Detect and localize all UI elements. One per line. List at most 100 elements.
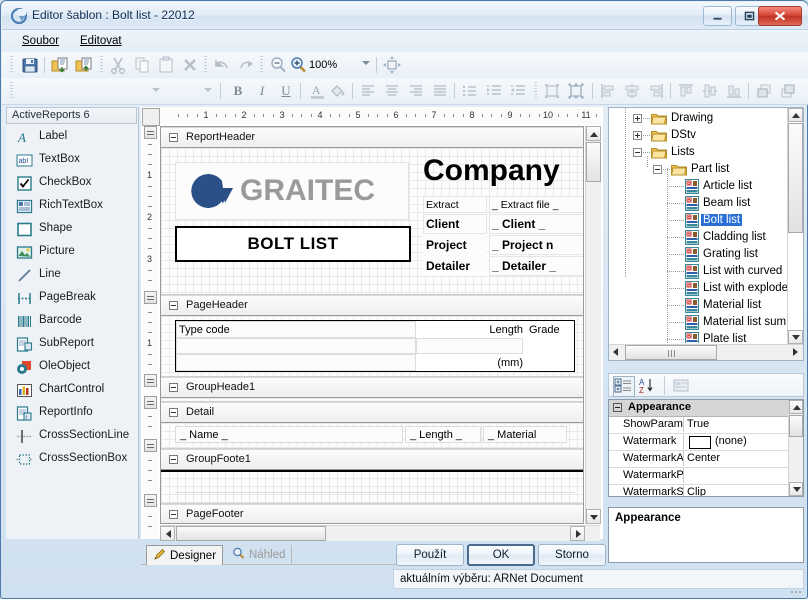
scroll-thumb[interactable] [176, 526, 326, 541]
property-row-showparameters[interactable]: ShowParamete True [609, 417, 803, 434]
property-grid[interactable]: Appearance ShowParamete True Watermark (… [608, 399, 804, 497]
bullet-list-button[interactable] [460, 81, 480, 101]
collapse-icon[interactable] [653, 165, 662, 174]
font-size-chevron-down-icon[interactable] [204, 88, 212, 92]
field-value-client[interactable]: _ Client _ [489, 214, 583, 234]
collapse-icon[interactable] [169, 133, 178, 142]
band-header-reportheader[interactable]: ReportHeader [161, 127, 583, 148]
toolbox-item-textbox[interactable]: abI TextBox [6, 149, 137, 172]
collapse-icon[interactable] [633, 148, 642, 157]
toolbox-item-chartcontrol[interactable]: ChartControl [6, 379, 137, 402]
column-header-type-code[interactable]: Type code [176, 321, 416, 338]
property-row-watermarkalign[interactable]: WatermarkAlig Center [609, 451, 803, 468]
paint-bucket-button[interactable] [328, 81, 348, 101]
collapse-icon[interactable] [169, 408, 178, 417]
property-row-watermarkprint[interactable]: WatermarkPrir [609, 468, 803, 485]
toolbox-item-richtextbox[interactable]: RichTextBox [6, 195, 137, 218]
expand-icon[interactable] [633, 114, 642, 123]
collapse-icon[interactable] [169, 301, 178, 310]
tab-nahled[interactable]: Náhled [226, 545, 293, 565]
align-left-button[interactable] [358, 81, 378, 101]
toolbox-item-shape[interactable]: Shape [6, 218, 137, 241]
align-bottom-button[interactable] [724, 81, 744, 101]
bring-to-front-button[interactable] [754, 81, 774, 101]
scroll-thumb[interactable] [586, 142, 601, 182]
groupfooter-rule-line[interactable] [161, 470, 583, 472]
font-name-chevron-down-icon[interactable] [152, 88, 160, 92]
detail-field-material[interactable]: _ Material [483, 426, 567, 443]
tree-horizontal-scrollbar[interactable] [609, 344, 803, 360]
format-toolbar-grip[interactable] [10, 82, 13, 100]
scroll-left-button[interactable] [609, 345, 623, 360]
property-value-watermarksize[interactable]: Clip [687, 485, 706, 496]
toolbox-item-crosssectionline[interactable]: CrossSectionLine [6, 425, 137, 448]
detail-field-name[interactable]: _ Name _ [175, 426, 403, 443]
watermark-swatch[interactable] [689, 436, 711, 449]
scroll-down-button[interactable] [788, 330, 803, 344]
align-middle-button[interactable] [700, 81, 720, 101]
report-canvas[interactable]: ReportHeader GRAITEC BOLT LIST Company E… [160, 126, 584, 524]
toolbox-item-crosssectionbox[interactable]: CrossSectionBox [6, 448, 137, 471]
zoom-level-combobox[interactable]: 100% [307, 56, 369, 74]
detail-field-length[interactable]: _ Length _ [405, 426, 481, 443]
band-body-detail[interactable]: _ Name _ _ Length _ _ Material [161, 423, 583, 449]
scroll-up-button[interactable] [586, 126, 601, 141]
scroll-down-button[interactable] [789, 482, 803, 496]
fit-page-button[interactable] [382, 55, 402, 75]
paste-button[interactable] [156, 55, 176, 75]
cut-button[interactable] [108, 55, 128, 75]
delete-button[interactable] [180, 55, 200, 75]
company-label-control[interactable]: Company [423, 154, 560, 188]
cancel-button[interactable]: Storno [538, 544, 606, 566]
scroll-thumb[interactable] [789, 415, 803, 437]
property-category-appearance[interactable]: Appearance [609, 400, 803, 417]
field-value-extract[interactable]: _ Extract file _ [489, 196, 583, 213]
collapse-icon[interactable] [613, 403, 622, 412]
column-header-grade[interactable]: Grade [529, 321, 575, 338]
field-value-detailer[interactable]: _ Detailer _ [489, 256, 583, 276]
align-edge-center-button[interactable] [622, 81, 642, 101]
scroll-up-button[interactable] [789, 400, 803, 414]
field-value-project[interactable]: _ Project n [489, 235, 583, 255]
band-header-pageheader[interactable]: PageHeader [161, 295, 583, 316]
property-pages-button[interactable] [671, 376, 691, 395]
align-edge-right-button[interactable] [646, 81, 666, 101]
collapse-icon[interactable] [169, 455, 178, 464]
band-header-groupheader1[interactable]: GroupHeade1 [161, 377, 583, 398]
categorized-button[interactable] [613, 376, 635, 397]
field-label-project[interactable]: Project [423, 235, 487, 255]
send-to-back-button[interactable] [778, 81, 798, 101]
toolbox-item-picture[interactable]: Picture [6, 241, 137, 264]
property-grid-scrollbar[interactable] [788, 400, 803, 496]
import-folder-button[interactable] [50, 55, 70, 75]
ok-button[interactable]: OK [467, 544, 535, 566]
align-center-button[interactable] [382, 81, 402, 101]
undo-button[interactable] [212, 55, 232, 75]
menu-item-soubor[interactable]: Soubor [16, 34, 65, 48]
tab-designer[interactable]: Designer [146, 545, 224, 565]
designer-horizontal-scrollbar[interactable] [160, 525, 600, 541]
scroll-thumb[interactable] [788, 123, 803, 233]
sort-az-button[interactable]: AZ [637, 376, 657, 395]
scroll-right-button[interactable] [789, 345, 803, 360]
property-value-showparameters[interactable]: True [687, 417, 709, 432]
underline-button[interactable]: U [276, 81, 296, 101]
menu-item-editovat[interactable]: Editovat [74, 34, 128, 48]
collapse-icon[interactable] [169, 383, 178, 392]
expand-icon[interactable] [633, 131, 642, 140]
property-value-watermark[interactable]: (none) [715, 434, 747, 449]
align-edge-left-button[interactable] [598, 81, 618, 101]
font-name-combobox[interactable] [20, 82, 160, 100]
size-width-button[interactable] [542, 81, 562, 101]
band-header-detail[interactable]: Detail [161, 402, 583, 423]
toolbar-grip[interactable] [10, 56, 13, 74]
align-top-button[interactable] [676, 81, 696, 101]
property-row-watermark[interactable]: Watermark (none) [609, 434, 803, 451]
toolbox-item-subreport[interactable]: SubReport [6, 333, 137, 356]
report-tree[interactable]: Drawing DStv Lists Part list R Article l… [609, 108, 787, 343]
minimize-button[interactable] [703, 6, 732, 26]
chevron-down-icon[interactable] [362, 61, 370, 65]
export-folder-button[interactable] [74, 55, 94, 75]
toolbox-item-oleobject[interactable]: OleObject [6, 356, 137, 379]
zoom-out-button[interactable] [268, 55, 288, 75]
